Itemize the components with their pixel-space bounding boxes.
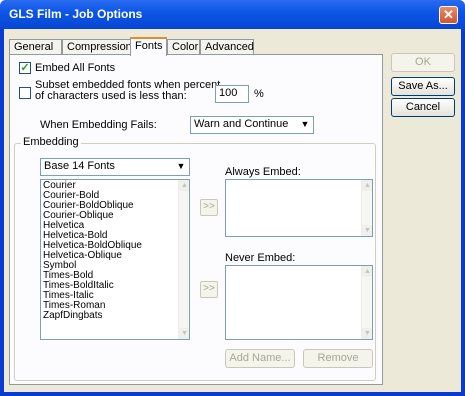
scroll-up-icon[interactable]: ▲ xyxy=(362,266,372,277)
embed-all-checkbox[interactable]: ✓ xyxy=(19,62,31,74)
cancel-button[interactable]: Cancel xyxy=(391,98,455,117)
always-embed-list[interactable]: ▲ ▼ xyxy=(225,179,373,237)
add-to-always-embed-button[interactable]: >> xyxy=(200,199,218,216)
font-list-items: Courier Courier-Bold Courier-BoldOblique Co… xyxy=(41,180,189,321)
embedding-group: Embedding Base 14 Fonts ▼ Courier Courier… xyxy=(14,136,376,381)
scroll-up-icon[interactable]: ▲ xyxy=(179,180,189,191)
ok-button[interactable]: OK xyxy=(391,53,455,72)
tab-compression-label: Compression xyxy=(67,41,132,53)
font-source-select[interactable]: Base 14 Fonts ▼ xyxy=(40,158,190,176)
scroll-down-icon[interactable]: ▼ xyxy=(362,225,372,236)
tab-general[interactable]: General xyxy=(9,39,62,55)
embed-all-label: Embed All Fonts xyxy=(35,62,116,74)
tab-advanced[interactable]: Advanced xyxy=(200,39,254,55)
subset-label-line2: of characters used is less than: xyxy=(35,90,187,102)
font-list-scrollbar[interactable]: ▲ ▼ xyxy=(178,180,189,339)
dialog-window: GLS Film - Job Options ✕ General Compres… xyxy=(0,0,465,396)
when-fails-select[interactable]: Warn and Continue ▼ xyxy=(190,116,314,134)
tab-fonts[interactable]: Fonts xyxy=(130,37,167,56)
subset-percent-input[interactable]: 100 xyxy=(215,85,249,103)
never-embed-label: Never Embed: xyxy=(225,252,296,264)
always-embed-label: Always Embed: xyxy=(225,166,301,178)
add-to-never-embed-button[interactable]: >> xyxy=(200,281,218,298)
save-as-button[interactable]: Save As... xyxy=(391,77,455,96)
tab-color[interactable]: Color xyxy=(167,39,200,55)
title-bar[interactable]: GLS Film - Job Options ✕ xyxy=(0,0,465,29)
when-fails-value: Warn and Continue xyxy=(194,118,289,130)
window-title: GLS Film - Job Options xyxy=(9,7,143,21)
font-source-value: Base 14 Fonts xyxy=(44,160,115,172)
list-item[interactable]: ZapfDingbats xyxy=(41,311,189,321)
always-embed-scrollbar[interactable]: ▲ ▼ xyxy=(361,180,372,236)
add-name-button[interactable]: Add Name... xyxy=(225,349,295,368)
close-icon: ✕ xyxy=(443,7,454,22)
scroll-down-icon[interactable]: ▼ xyxy=(179,328,189,339)
subset-label: Subset embedded fonts when percent of ch… xyxy=(35,80,220,102)
scroll-down-icon[interactable]: ▼ xyxy=(362,328,372,339)
chevron-down-icon: ▼ xyxy=(298,118,312,132)
tab-general-label: General xyxy=(14,41,54,53)
scroll-up-icon[interactable]: ▲ xyxy=(362,180,372,191)
embedding-group-label: Embedding xyxy=(21,136,81,148)
tab-color-label: Color xyxy=(172,41,199,53)
close-button[interactable]: ✕ xyxy=(439,6,458,24)
never-embed-list[interactable]: ▲ ▼ xyxy=(225,265,373,340)
when-fails-label: When Embedding Fails: xyxy=(40,119,157,131)
fonts-panel: ✓ Embed All Fonts Subset embedded fonts … xyxy=(9,54,383,385)
percent-unit: % xyxy=(254,88,264,100)
tab-advanced-label: Advanced xyxy=(205,41,254,53)
tab-compression[interactable]: Compression xyxy=(62,39,132,55)
chevron-down-icon: ▼ xyxy=(174,160,188,174)
available-fonts-list[interactable]: Courier Courier-Bold Courier-BoldOblique Co… xyxy=(40,179,190,340)
never-embed-scrollbar[interactable]: ▲ ▼ xyxy=(361,266,372,339)
dialog-client: General Compression Fonts Color Advanced… xyxy=(4,29,461,392)
subset-checkbox[interactable] xyxy=(19,87,31,99)
remove-button[interactable]: Remove xyxy=(303,349,373,368)
tab-fonts-label: Fonts xyxy=(135,40,163,52)
